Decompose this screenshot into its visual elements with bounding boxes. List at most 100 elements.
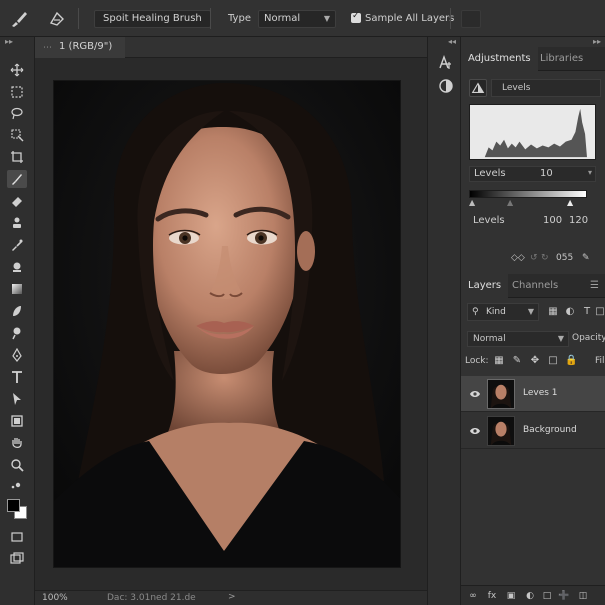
eye-icon[interactable] [469,425,481,437]
stamp-tool-icon[interactable] [7,214,27,232]
quick-mask-icon[interactable] [7,528,27,546]
adjustment-filter-icon[interactable]: ◐ [563,305,577,319]
object-select-tool-icon[interactable] [7,126,27,144]
layer-row[interactable]: Leves 1 [461,376,605,412]
levels-row-value[interactable]: 10 [540,168,553,179]
new-layer-icon[interactable]: ➕ [558,590,570,602]
view-previous-icon[interactable]: ↺ [530,253,538,263]
trash-icon[interactable]: ◫ [577,590,589,602]
panel-icon-column: ◂◂ [427,37,461,605]
blur-tool-icon[interactable] [7,302,27,320]
collapse-arrows-icon[interactable]: ◂◂ [448,37,456,46]
healing-brush-tool-icon[interactable] [7,170,27,188]
levels-input-row[interactable]: Levels 10 ▾ [469,166,596,182]
lock-image-icon[interactable]: ✎ [511,355,523,367]
sample-all-layers-checkbox[interactable] [351,11,361,23]
adjustment-name: Levels [491,79,601,97]
layer-name: Background [523,425,577,435]
document-tab[interactable]: ⋯ 1 (RGB/9") [35,37,125,58]
tab-grip-icon: ⋯ [43,43,52,53]
foreground-color-swatch[interactable] [7,499,20,512]
levels-input-gradient [469,190,587,198]
portrait-image[interactable] [53,80,401,568]
rectangle-tool-icon[interactable] [7,412,27,430]
collapse-arrows-icon[interactable]: ▸▸ [5,37,13,46]
adjustments-panel-icon[interactable] [438,78,454,94]
tool-preset-name[interactable]: Spoit Healing Brush [94,10,211,28]
layer-mask-icon[interactable]: ▣ [505,590,517,602]
pen-tool-icon[interactable] [7,346,27,364]
levels-input-sliders[interactable]: ▲ ▲ ▲ [469,198,587,208]
zoom-level[interactable]: 100% [42,593,68,603]
lock-all-icon[interactable]: 🔒 [565,355,577,367]
crop-tool-icon[interactable] [7,148,27,166]
pressure-toggle-button[interactable] [461,10,481,28]
reset-icon[interactable]: ↻ [541,253,549,263]
chevron-down-icon: ▼ [323,14,330,23]
type-filter-icon[interactable]: T [580,305,594,319]
hand-tool-icon[interactable] [7,434,27,452]
fill-label[interactable]: Filli [595,356,605,366]
type-tool-icon[interactable] [7,368,27,386]
levels-adjustment-icon [469,79,487,97]
adjustment-footer-value: 055 [556,253,574,263]
midtone-slider[interactable]: ▲ [507,198,513,207]
lock-label: Lock: [465,356,489,366]
adjustment-layer-icon[interactable]: ◐ [524,590,536,602]
lock-transparent-icon[interactable]: ▦ [493,355,505,367]
canvas-area[interactable] [35,58,427,590]
tab-libraries[interactable]: Libraries [533,47,590,71]
right-panel: ▸▸ Adjustments Libraries Levels Levels 1… [461,37,605,605]
lock-position-icon[interactable]: ✥ [529,355,541,367]
color-swatches[interactable] [6,498,28,520]
type-select[interactable]: Normal ▼ [258,10,336,28]
type-label: Type [228,13,251,24]
group-folder-icon[interactable]: □ [541,590,553,602]
lasso-tool-icon[interactable] [7,104,27,122]
tab-adjustments[interactable]: Adjustments [461,47,538,71]
shape-filter-icon[interactable]: □ [593,305,605,319]
lock-artboard-icon[interactable]: □ [547,355,559,367]
panel-menu-icon[interactable]: ☰ [590,280,599,291]
character-panel-icon[interactable] [438,54,454,71]
move-tool-icon[interactable] [7,61,27,79]
layer-kind-label: Kind [486,307,506,317]
history-brush-tool-icon[interactable] [7,236,27,254]
clip-to-layer-icon[interactable]: ◇◇ [511,253,525,263]
pixel-filter-icon[interactable]: ▦ [546,305,560,319]
collapse-arrows-icon[interactable]: ▸▸ [593,37,601,46]
eye-icon[interactable] [469,388,481,400]
tab-layers[interactable]: Layers [461,274,509,298]
gradient-tool-icon[interactable] [7,280,27,298]
layer-thumbnail [487,379,515,409]
paint-bucket-tool-icon[interactable] [7,258,27,276]
levels-spinner-icon[interactable]: ▾ [588,168,592,177]
layer-name: Leves 1 [523,388,558,398]
adjustment-header: Levels [469,79,601,97]
status-menu-arrow[interactable]: > [228,592,236,602]
output-levels-max[interactable]: 120 [569,215,588,226]
output-levels-min[interactable]: 100 [543,215,562,226]
white-point-slider[interactable]: ▲ [567,198,573,207]
link-layers-icon[interactable]: ∞ [467,590,479,602]
screen-mode-icon[interactable] [7,550,27,568]
layer-row[interactable]: Background [461,413,605,449]
layers-tab-bar: Layers Channels ☰ [461,274,605,298]
path-select-tool-icon[interactable] [7,390,27,408]
black-point-slider[interactable]: ▲ [469,198,475,207]
blend-mode-select[interactable]: Normal ▼ [467,331,569,347]
document-title: 1 (RGB/9") [59,41,113,52]
opacity-label[interactable]: Opacity [572,333,605,343]
dodge-tool-icon[interactable] [7,324,27,342]
document-tab-bar: ⋯ 1 (RGB/9") [35,37,427,58]
brush-tool-icon[interactable] [9,9,29,29]
layer-kind-filter[interactable]: ⚲ Kind ▼ [467,303,539,321]
tab-channels[interactable]: Channels [505,274,565,298]
layer-effects-icon[interactable]: fx [486,590,498,602]
marquee-tool-icon[interactable] [7,83,27,101]
eraser-tool-icon[interactable] [7,192,27,210]
patch-tool-icon[interactable] [47,9,67,29]
edit-pencil-icon[interactable]: ✎ [582,253,590,263]
zoom-tool-icon[interactable] [7,456,27,474]
more-tools-icon[interactable] [7,477,27,495]
